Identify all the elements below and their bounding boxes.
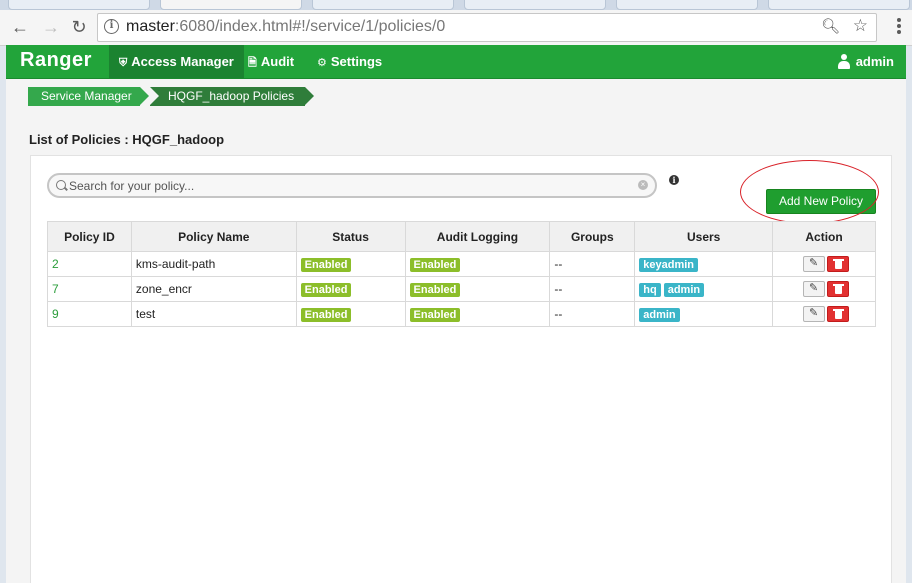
status-badge: Enabled [300, 307, 352, 322]
search-box[interactable]: × [47, 173, 657, 198]
forward-arrow-icon[interactable]: → [40, 16, 62, 38]
breadcrumb-service-manager[interactable]: Service Manager [28, 87, 149, 106]
search-input[interactable] [69, 177, 629, 194]
delete-icon[interactable] [827, 256, 850, 272]
browser-tab[interactable] [8, 0, 150, 10]
audit-cell: Enabled [404, 276, 551, 302]
column-header-policy-name[interactable]: Policy Name [130, 221, 297, 252]
status-badge: Enabled [300, 282, 352, 297]
action-cell [772, 251, 876, 277]
delete-icon[interactable] [827, 306, 850, 322]
user-icon [837, 54, 850, 69]
column-header-status[interactable]: Status [295, 221, 406, 252]
reload-icon[interactable]: ↻ [68, 16, 90, 38]
policy-id-link[interactable]: 7 [47, 276, 132, 302]
nav-access-manager[interactable]: ⛨ Access Manager [109, 45, 244, 78]
top-navbar: Ranger ⛨ Access Manager 🗎︎ Audit ⚙ Settings… [6, 45, 906, 79]
column-header-audit-logging[interactable]: Audit Logging [404, 221, 551, 252]
status-cell: Enabled [295, 301, 406, 327]
policy-id-link[interactable]: 2 [47, 251, 132, 277]
user-badge: hq [639, 282, 661, 297]
back-arrow-icon[interactable]: ← [9, 16, 31, 38]
breadcrumb-current-label: HQGF_hadoop Policies [168, 89, 295, 103]
audit-badge: Enabled [409, 307, 461, 322]
bookmark-star-icon[interactable]: ☆ [853, 16, 868, 36]
audit-cell: Enabled [404, 251, 551, 277]
nav-audit[interactable]: 🗎︎ Audit [238, 45, 304, 78]
browser-menu-icon[interactable] [896, 17, 902, 37]
status-cell: Enabled [295, 276, 406, 302]
browser-tab[interactable] [464, 0, 606, 10]
user-menu[interactable]: admin [837, 45, 894, 78]
breadcrumb-current[interactable]: HQGF_hadoop Policies [150, 87, 314, 106]
user-name: admin [855, 54, 894, 69]
users-cell: hq admin [634, 276, 774, 302]
table-row: 9 test Enabled Enabled -- admin [47, 301, 876, 327]
column-header-users[interactable]: Users [634, 221, 774, 252]
groups-cell: -- [549, 251, 636, 277]
url-text: master:6080/index.html#!/service/1/polic… [126, 18, 445, 36]
users-cell: keyadmin [634, 251, 774, 277]
delete-icon[interactable] [827, 281, 850, 297]
policies-table: Policy ID Policy Name Status Audit Loggi… [47, 221, 876, 327]
user-badge: admin [639, 307, 680, 322]
nav-settings[interactable]: ⚙ Settings [307, 45, 392, 78]
address-bar[interactable]: i master:6080/index.html#!/service/1/pol… [97, 13, 877, 42]
groups-cell: -- [549, 301, 636, 327]
browser-toolbar: ← → ↻ i master:6080/index.html#!/service… [0, 10, 912, 46]
browser-tab[interactable] [616, 0, 758, 10]
audit-badge: Enabled [409, 257, 461, 272]
gear-icon: ⚙ [317, 57, 327, 69]
info-icon[interactable]: i [669, 175, 679, 185]
policy-id-link[interactable]: 9 [47, 301, 132, 327]
policy-name: kms-audit-path [130, 251, 297, 277]
url-host: master [126, 18, 175, 35]
ranger-logo[interactable]: Ranger [20, 49, 92, 72]
audit-cell: Enabled [404, 301, 551, 327]
column-header-policy-id[interactable]: Policy ID [47, 221, 132, 252]
browser-tab-strip [0, 0, 912, 10]
page-title: List of Policies : HQGF_hadoop [29, 132, 225, 147]
user-badge: admin [663, 282, 705, 297]
add-new-policy-button[interactable]: Add New Policy [766, 189, 876, 214]
nav-audit-label: Audit [260, 54, 295, 69]
action-cell [772, 276, 876, 302]
edit-icon[interactable] [803, 306, 826, 322]
url-path: :6080/index.html#!/service/1/policies/0 [174, 18, 446, 35]
column-header-action: Action [772, 221, 876, 252]
clear-search-icon[interactable]: × [638, 180, 648, 190]
browser-tab[interactable] [768, 0, 910, 10]
policies-panel: × i Add New Policy Policy ID Policy Name… [30, 155, 892, 583]
site-info-icon[interactable]: i [104, 19, 119, 34]
browser-tab-active[interactable] [160, 0, 302, 10]
search-icon [56, 180, 66, 190]
users-cell: admin [634, 301, 774, 327]
column-header-groups[interactable]: Groups [549, 221, 636, 252]
nav-settings-label: Settings [330, 54, 383, 69]
table-header-row: Policy ID Policy Name Status Audit Loggi… [47, 221, 876, 252]
groups-cell: -- [549, 276, 636, 302]
nav-access-manager-label: Access Manager [131, 54, 234, 69]
action-cell [772, 301, 876, 327]
user-badge: keyadmin [639, 257, 698, 272]
policy-name: zone_encr [130, 276, 297, 302]
status-badge: Enabled [300, 257, 352, 272]
table-row: 2 kms-audit-path Enabled Enabled -- keya… [47, 251, 876, 277]
shield-icon: ⛨ [119, 57, 128, 69]
file-icon: 🗎︎ [248, 57, 257, 69]
status-cell: Enabled [295, 251, 406, 277]
zoom-icon[interactable]: 🔍︎ [821, 17, 840, 35]
ranger-page: Ranger ⛨ Access Manager 🗎︎ Audit ⚙ Settings… [6, 45, 906, 583]
edit-icon[interactable] [803, 256, 826, 272]
policy-name: test [130, 301, 297, 327]
audit-badge: Enabled [409, 282, 461, 297]
browser-tab[interactable] [312, 0, 454, 10]
table-row: 7 zone_encr Enabled Enabled -- hq admin [47, 276, 876, 302]
edit-icon[interactable] [803, 281, 826, 297]
